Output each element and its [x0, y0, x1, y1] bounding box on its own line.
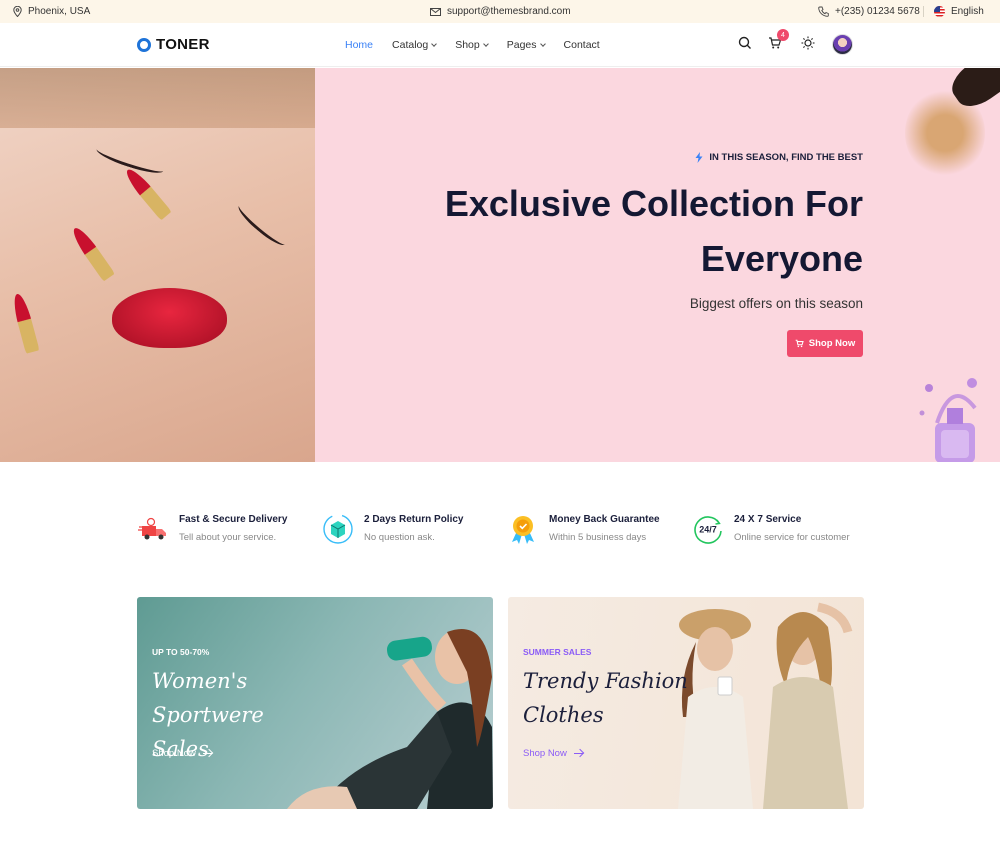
return-box-icon [323, 514, 353, 544]
map-pin-icon [13, 6, 22, 17]
hero-lips [112, 288, 227, 348]
feature-title: 24 X 7 Service [734, 514, 802, 525]
location-info: Phoenix, USA [13, 0, 90, 23]
shop-now-label[interactable]: Shop Now [809, 338, 855, 349]
phone-icon [818, 6, 829, 17]
us-flag-icon [934, 6, 945, 17]
chevron-down-icon [539, 40, 546, 47]
hero-title-line1: Exclusive Collection For [444, 183, 863, 224]
nav-catalog[interactable]: Catalog [392, 39, 438, 51]
nav-home-label[interactable]: Home [345, 39, 373, 51]
promo-kicker: SUMMER SALES [523, 647, 592, 657]
language-selector[interactable]: English [934, 0, 984, 23]
arrow-right-icon [573, 753, 583, 754]
cart-count-badge: 4 [777, 29, 789, 41]
nav-home[interactable]: Home [345, 39, 373, 51]
hero-title-line2: Everyone [700, 238, 863, 279]
hero-eye-right [234, 200, 290, 250]
hero-model-image [0, 68, 315, 462]
promo-shop-now-label[interactable]: Shop Now [523, 748, 567, 759]
promo-shop-now-link[interactable]: Shop Now [152, 748, 212, 759]
nav-shop[interactable]: Shop [455, 39, 489, 51]
nav-pages[interactable]: Pages [507, 39, 546, 51]
nav-pages-label[interactable]: Pages [507, 39, 537, 51]
hero-tagline: IN THIS SEASON, FIND THE BEST [695, 152, 863, 163]
nav-shop-label[interactable]: Shop [455, 39, 480, 51]
features-row: Fast & Secure Delivery Tell about your s… [137, 510, 863, 550]
feature-title: 2 Days Return Policy [364, 514, 464, 525]
hero-nail [10, 292, 40, 354]
search-icon[interactable] [738, 36, 752, 50]
language-text[interactable]: English [951, 6, 984, 17]
hero-banner: IN THIS SEASON, FIND THE BEST Exclusive … [0, 68, 1000, 462]
promo-card-sportswear[interactable]: UP TO 50-70% Women's Sportwere Sales Sho… [137, 597, 493, 809]
nav-catalog-label[interactable]: Catalog [392, 39, 428, 51]
shop-now-button[interactable]: Shop Now [787, 330, 863, 357]
hero-subtitle: Biggest offers on this season [689, 296, 863, 311]
feature-title: Fast & Secure Delivery [179, 514, 288, 525]
feature-subtitle: Online service for customer [734, 532, 850, 543]
mail-icon [430, 7, 441, 16]
phone-info[interactable]: +(235) 01234 5678 [818, 0, 920, 23]
user-avatar[interactable] [832, 34, 853, 55]
feature-subtitle: No question ask. [364, 532, 435, 543]
location-text: Phoenix, USA [28, 6, 91, 17]
feature-subtitle: Within 5 business days [549, 532, 647, 543]
sun-icon[interactable] [801, 36, 815, 50]
phone-text[interactable]: +(235) 01234 5678 [835, 6, 920, 17]
brand-name[interactable]: TONER [156, 36, 210, 53]
feature-title: Money Back Guarantee [549, 514, 660, 525]
main-nav: Home Catalog Shop Pages Contact [345, 23, 600, 67]
delivery-truck-icon [138, 517, 166, 540]
chevron-down-icon [482, 40, 489, 47]
promo-title: Trendy Fashion Clothes [523, 664, 723, 732]
promo-card-fashion[interactable]: SUMMER SALES Trendy Fashion Clothes Shop… [508, 597, 864, 809]
logo-icon [137, 37, 151, 52]
hero-tagline-text: IN THIS SEASON, FIND THE BEST [709, 152, 863, 163]
hero-nail [69, 224, 115, 282]
nav-contact[interactable]: Contact [564, 39, 600, 51]
promo-title-line2: Clothes [523, 703, 604, 727]
arrow-right-icon [202, 753, 212, 754]
promo-kicker: UP TO 50-70% [152, 647, 210, 657]
email-info[interactable]: support@themesbrand.com [430, 0, 571, 23]
promo-title-line1: Trendy Fashion [523, 669, 688, 693]
hero-hair-shade [0, 68, 315, 128]
nail-polish-image [919, 378, 977, 462]
hero-nail [122, 165, 172, 221]
promo-shop-now-label[interactable]: Shop Now [152, 748, 196, 759]
lightning-icon [695, 152, 703, 163]
main-header: TONER Home Catalog Shop Pages Contact 4 [0, 23, 1000, 67]
brand-logo[interactable]: TONER [137, 36, 210, 53]
cart-icon [795, 339, 804, 348]
hero-title: Exclusive Collection For Everyone [403, 176, 863, 286]
nav-contact-label[interactable]: Contact [564, 39, 600, 51]
feature-subtitle: Tell about your service. [179, 532, 277, 543]
promo-title-line1: Women's Sportwere [152, 669, 264, 727]
chevron-down-icon [431, 40, 438, 47]
top-bar: Phoenix, USA support@themesbrand.com +(2… [0, 0, 1000, 23]
guarantee-badge-icon [512, 516, 534, 544]
email-text[interactable]: support@themesbrand.com [447, 6, 571, 17]
topbar-divider [923, 6, 924, 17]
support-24-7-icon: 24/7 [694, 516, 722, 544]
svg-text:24/7: 24/7 [699, 525, 717, 535]
promo-shop-now-link[interactable]: Shop Now [523, 748, 583, 759]
